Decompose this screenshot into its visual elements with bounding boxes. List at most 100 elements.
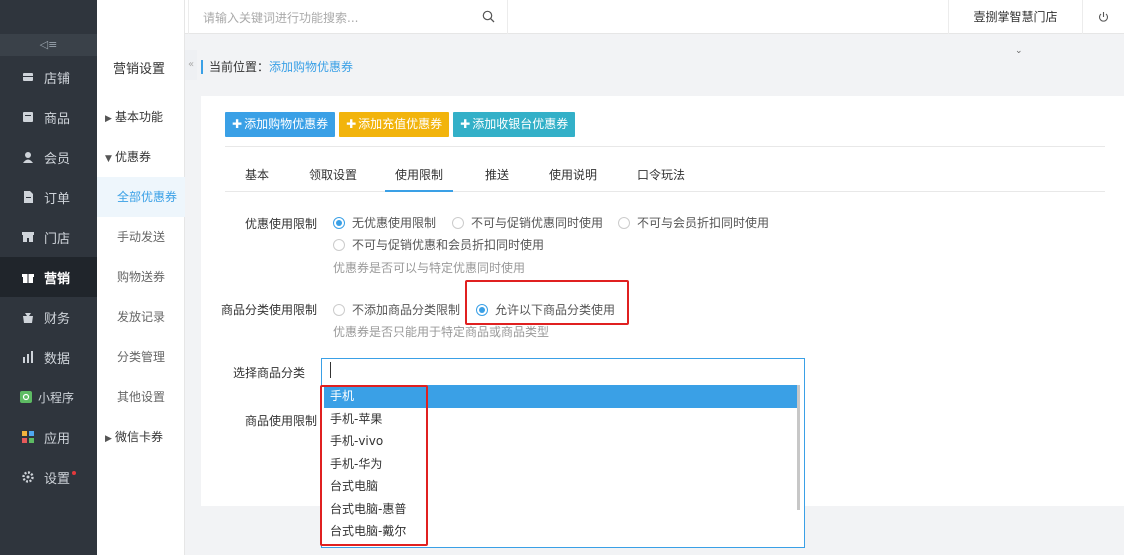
subnav-group-basic[interactable]: ▶ 基本功能 bbox=[97, 97, 185, 137]
radio-checked-icon bbox=[333, 216, 345, 229]
category-limit-hint: 优惠券是否只能用于特定商品或商品类型 bbox=[333, 325, 550, 339]
subnav-group-coupon[interactable]: ▼ 优惠券 bbox=[97, 137, 185, 177]
nav-item-finance[interactable]: 财务 bbox=[0, 297, 97, 337]
nav-item-apps[interactable]: 应用 bbox=[0, 417, 97, 457]
add-recharge-coupon-button[interactable]: ✚ 添加充值优惠券 bbox=[339, 112, 450, 137]
divider bbox=[225, 146, 1105, 147]
tab-receive-settings[interactable]: 领取设置 bbox=[301, 162, 365, 192]
search-input[interactable]: 请输入关键词进行功能搜索... bbox=[203, 0, 508, 34]
nav-item-label: 小程序 bbox=[38, 390, 75, 405]
radio-label: 不可与促销优惠同时使用 bbox=[471, 216, 604, 230]
coupon-limit-label: 优惠使用限制 bbox=[244, 217, 317, 231]
order-icon bbox=[24, 191, 33, 203]
nav-item-store[interactable]: 店铺 bbox=[0, 57, 97, 97]
radio-label: 不可与促销优惠和会员折扣同时使用 bbox=[352, 238, 545, 252]
button-label: 添加充值优惠券 bbox=[358, 117, 443, 131]
radio-label: 不添加商品分类限制 bbox=[352, 303, 461, 317]
nav-item-label: 订单 bbox=[44, 191, 71, 207]
chevron-right-icon: ▶ bbox=[105, 434, 112, 444]
plus-icon: ✚ bbox=[346, 117, 357, 131]
nav-item-label: 营销 bbox=[44, 271, 71, 287]
logout-button[interactable] bbox=[1082, 0, 1124, 34]
tab-password-play[interactable]: 口令玩法 bbox=[633, 162, 689, 192]
radio-label: 不可与会员折扣同时使用 bbox=[637, 216, 770, 230]
main-nav: ◁≡ 店铺 商品 会员 订单 门店 营销 财务 数据 小程序 应用 设置 bbox=[0, 0, 97, 555]
apps-icon bbox=[22, 431, 34, 443]
radio-label: 无优惠使用限制 bbox=[352, 216, 437, 230]
subnav-item-other-settings[interactable]: 其他设置 bbox=[97, 377, 185, 417]
subnav-item-issue-records[interactable]: 发放记录 bbox=[97, 297, 185, 337]
nav-item-goods[interactable]: 商品 bbox=[0, 97, 97, 137]
subnav-label: 优惠券 bbox=[115, 150, 152, 164]
radio-unchecked-icon bbox=[333, 303, 345, 316]
search-icon[interactable] bbox=[482, 10, 495, 23]
miniapp-icon bbox=[20, 391, 32, 403]
breadcrumb-prefix: 当前位置： bbox=[209, 60, 270, 74]
nav-item-member[interactable]: 会员 bbox=[0, 137, 97, 177]
top-bar: 请输入关键词进行功能搜索... 壹捌掌智慧门店 bbox=[97, 0, 1124, 34]
radio-unchecked-icon bbox=[333, 238, 345, 251]
subnav-item-category-manage[interactable]: 分类管理 bbox=[97, 337, 185, 377]
tab-usage-notes[interactable]: 使用说明 bbox=[545, 162, 601, 192]
radio-no-promotion[interactable]: 不可与促销优惠同时使用 bbox=[452, 214, 603, 231]
chevron-down-icon: ▼ bbox=[105, 154, 112, 164]
marketing-subnav: 营销设置 « ▶ 基本功能 ▼ 优惠券 全部优惠券 手动发送 购物送券 发放记录 分… bbox=[97, 0, 197, 555]
breadcrumb: 当前位置：添加购物优惠券 bbox=[201, 60, 353, 74]
nav-item-label: 设置 bbox=[44, 471, 71, 487]
nav-item-label: 数据 bbox=[44, 351, 71, 367]
gift-icon bbox=[22, 274, 34, 283]
radio-no-member-discount[interactable]: 不可与会员折扣同时使用 bbox=[618, 214, 769, 231]
subnav-label: 基本功能 bbox=[115, 110, 164, 124]
nav-item-label: 财务 bbox=[44, 311, 71, 327]
nav-item-shop[interactable]: 门店 bbox=[0, 217, 97, 257]
radio-no-limit[interactable]: 无优惠使用限制 bbox=[333, 214, 436, 231]
tab-push[interactable]: 推送 bbox=[479, 162, 515, 192]
nav-item-miniapp[interactable]: 小程序 bbox=[0, 377, 97, 417]
subnav-label: 微信卡券 bbox=[115, 430, 164, 444]
add-cashier-coupon-button[interactable]: ✚ 添加收银台优惠券 bbox=[453, 112, 576, 137]
form-tabs: 基本 领取设置 使用限制 推送 使用说明 口令玩法 bbox=[225, 162, 1105, 192]
highlight-box bbox=[465, 280, 629, 325]
radio-no-category-limit[interactable]: 不添加商品分类限制 bbox=[333, 301, 460, 318]
user-icon bbox=[23, 152, 33, 163]
subnav-item-manual-send[interactable]: 手动发送 bbox=[97, 217, 185, 257]
shop-icon bbox=[22, 232, 34, 242]
subnav-title: 营销设置 bbox=[113, 62, 166, 77]
radio-unchecked-icon bbox=[452, 216, 464, 229]
category-limit-label: 商品分类使用限制 bbox=[220, 303, 317, 317]
chart-icon bbox=[23, 351, 33, 363]
plus-icon: ✚ bbox=[460, 117, 471, 131]
collapse-nav-icon[interactable]: ◁≡ bbox=[0, 34, 97, 56]
subnav-item-all-coupons[interactable]: 全部优惠券 bbox=[97, 177, 185, 217]
tab-basic[interactable]: 基本 bbox=[233, 162, 281, 192]
subnav-group-wechat-card[interactable]: ▶ 微信卡券 bbox=[97, 417, 185, 457]
fold-subnav-icon[interactable]: « bbox=[185, 50, 197, 80]
nav-item-order[interactable]: 订单 bbox=[0, 177, 97, 217]
notification-dot bbox=[72, 471, 77, 475]
gear-icon bbox=[22, 471, 34, 483]
dropdown-scrollbar[interactable] bbox=[797, 385, 800, 510]
button-label: 添加购物优惠券 bbox=[244, 117, 329, 131]
plus-icon: ✚ bbox=[232, 117, 243, 131]
highlight-box bbox=[320, 385, 428, 546]
subnav-item-purchase-gift[interactable]: 购物送券 bbox=[97, 257, 185, 297]
caret-down-icon[interactable]: ⌄ bbox=[1015, 46, 1023, 56]
text-cursor bbox=[330, 362, 331, 378]
nav-item-label: 商品 bbox=[44, 111, 71, 127]
coupon-form-card: ✚ 添加购物优惠券 ✚ 添加充值优惠券 ✚ 添加收银台优惠券 基本 领取设置 使用限制… bbox=[201, 96, 1124, 548]
nav-item-settings[interactable]: 设置 bbox=[0, 457, 97, 497]
power-icon bbox=[1098, 12, 1109, 22]
breadcrumb-current[interactable]: 添加购物优惠券 bbox=[269, 60, 353, 74]
store-icon bbox=[23, 73, 33, 81]
goods-icon bbox=[23, 112, 33, 122]
finance-icon bbox=[23, 313, 33, 323]
radio-no-both[interactable]: 不可与促销优惠和会员折扣同时使用 bbox=[333, 236, 544, 253]
nav-item-marketing[interactable]: 营销 bbox=[0, 257, 97, 297]
store-name[interactable]: 壹捌掌智慧门店 bbox=[948, 0, 1082, 34]
nav-item-data[interactable]: 数据 bbox=[0, 337, 97, 377]
nav-item-label: 会员 bbox=[44, 151, 71, 167]
nav-item-label: 门店 bbox=[44, 231, 71, 247]
select-category-label: 选择商品分类 bbox=[232, 366, 305, 380]
add-shopping-coupon-button[interactable]: ✚ 添加购物优惠券 bbox=[225, 112, 336, 137]
tab-usage-limit[interactable]: 使用限制 bbox=[385, 162, 453, 192]
